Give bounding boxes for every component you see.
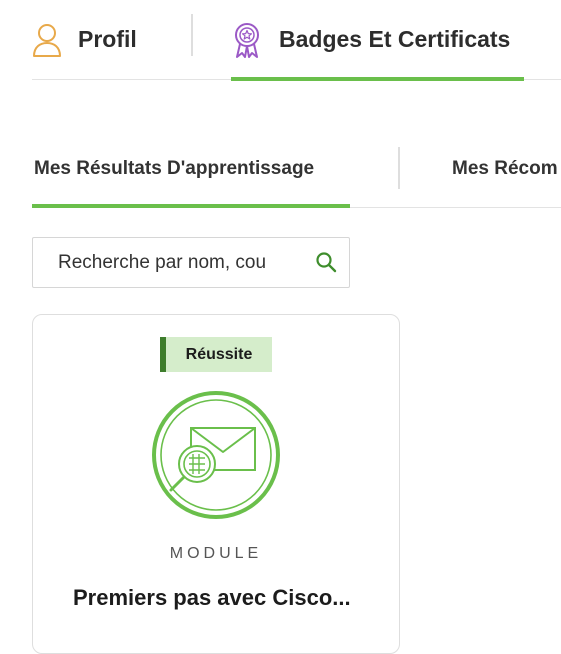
subtab-mes-recompenses-label: Mes Récom bbox=[452, 158, 558, 179]
user-icon bbox=[32, 23, 62, 57]
email-search-icon bbox=[151, 390, 281, 525]
subtab-mes-resultats[interactable]: Mes Résultats D'apprentissage bbox=[34, 147, 314, 191]
status-badge: Réussite bbox=[160, 337, 272, 372]
status-badge-label: Réussite bbox=[185, 345, 253, 363]
subtab-divider bbox=[398, 147, 400, 189]
search-box bbox=[32, 237, 350, 288]
tab-badges-label: Badges Et Certificats bbox=[279, 26, 511, 52]
top-tabs: Profil Badges Et Certificats bbox=[32, 0, 561, 81]
search-icon[interactable] bbox=[315, 251, 337, 278]
tab-badges-certificats[interactable]: Badges Et Certificats bbox=[231, 0, 510, 79]
sub-tabs: Mes Résultats D'apprentissage Mes Récom bbox=[32, 147, 561, 208]
tab-profil[interactable]: Profil bbox=[32, 0, 137, 79]
active-subtab-indicator bbox=[32, 204, 350, 208]
subtab-mes-recompenses[interactable]: Mes Récom bbox=[452, 147, 558, 191]
tab-divider bbox=[191, 14, 193, 56]
award-badge-icon bbox=[231, 21, 263, 59]
card-type-label: MODULE bbox=[169, 545, 263, 562]
learning-card[interactable]: Réussite MODULE Premiers pas avec Cisco.… bbox=[32, 314, 400, 654]
active-tab-indicator bbox=[231, 77, 524, 81]
subtab-mes-resultats-label: Mes Résultats D'apprentissage bbox=[34, 158, 315, 179]
card-title[interactable]: Premiers pas avec Cisco... bbox=[73, 585, 373, 611]
tab-profil-label: Profil bbox=[78, 26, 137, 52]
search-input[interactable] bbox=[58, 238, 303, 287]
